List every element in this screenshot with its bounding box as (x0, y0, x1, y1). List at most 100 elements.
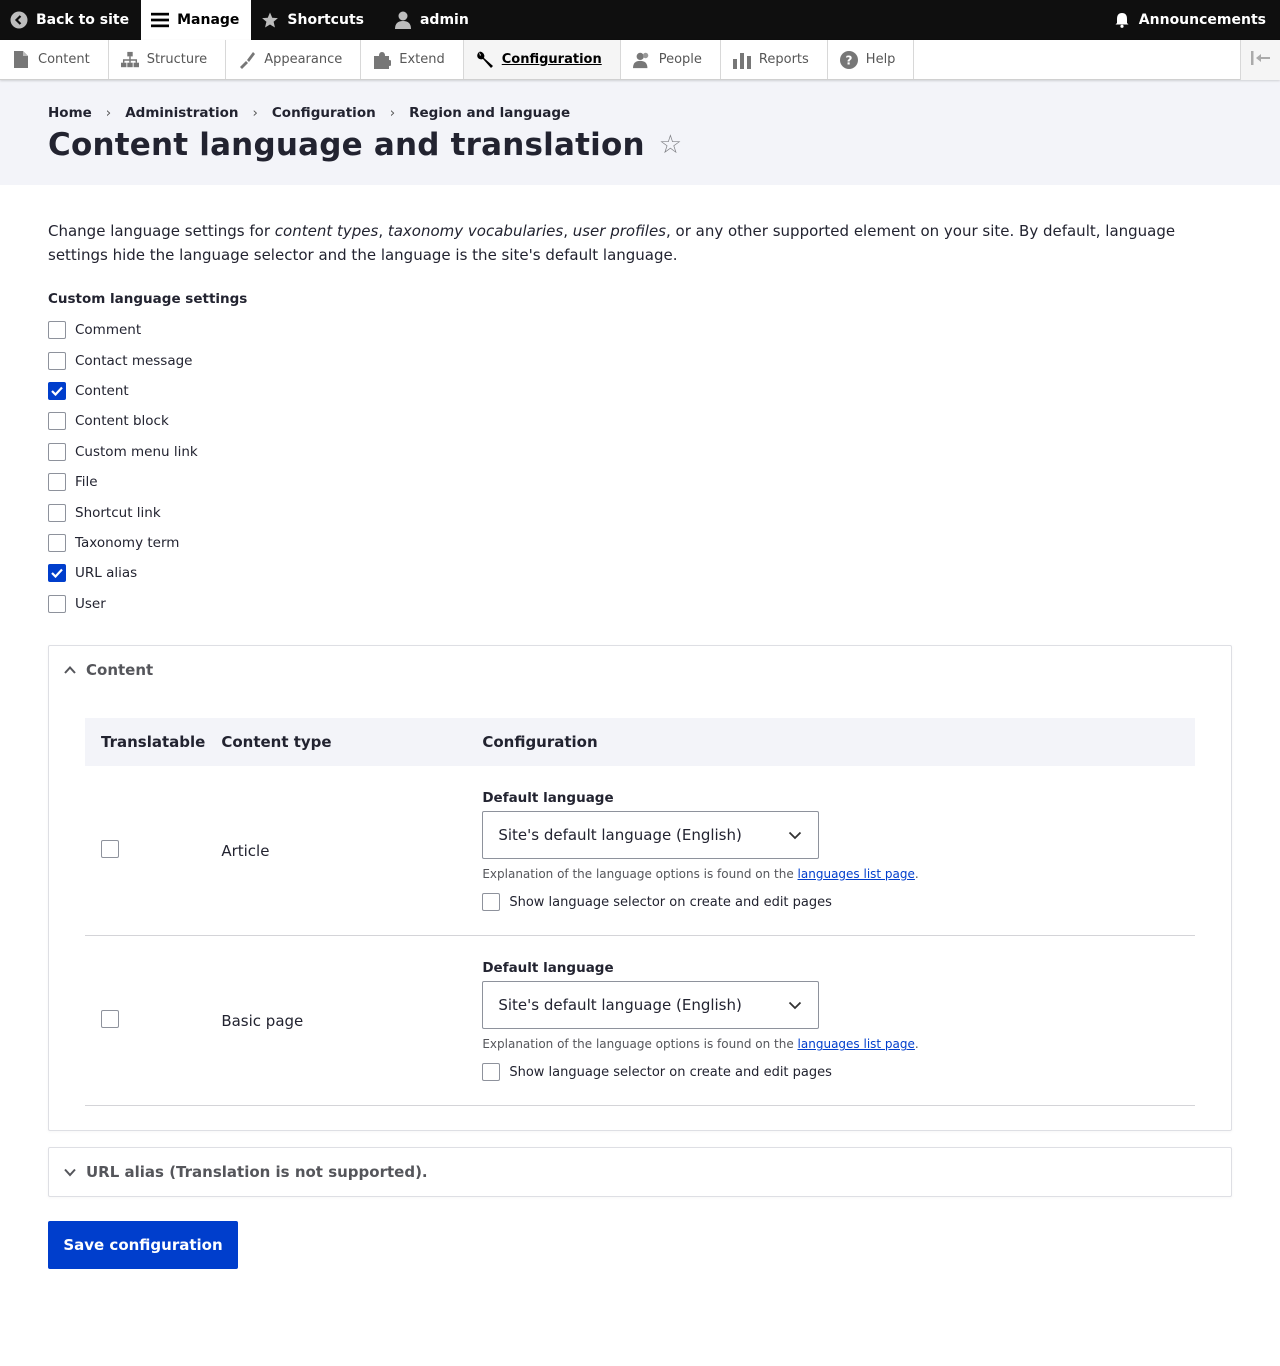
checkbox-label: Contact message (75, 352, 193, 369)
checkbox-label: User (75, 595, 106, 612)
puzzle-icon (373, 51, 392, 69)
sitemap-icon (120, 51, 139, 69)
manage-tab[interactable]: Manage (141, 0, 252, 40)
shortcuts-label: Shortcuts (287, 12, 364, 28)
tray-item-extend[interactable]: Extend (361, 40, 464, 79)
language-options-description: Explanation of the language options is f… (482, 867, 919, 882)
translatable-checkbox[interactable] (101, 1009, 119, 1028)
show-selector-checkbox[interactable] (482, 1063, 501, 1082)
languages-list-link[interactable]: languages list page (798, 1037, 915, 1051)
breadcrumb-separator: › (105, 105, 112, 121)
checkbox[interactable] (48, 594, 66, 613)
svg-text:?: ? (845, 53, 852, 67)
settings-checkbox-item[interactable]: Custom menu link (48, 437, 1232, 467)
tray-item-label: Extend (399, 52, 445, 67)
checkbox[interactable] (48, 321, 66, 340)
wrench-icon (476, 51, 494, 69)
checkbox-label: File (75, 474, 98, 491)
tray-item-label: Structure (146, 52, 208, 67)
translatable-checkbox[interactable] (101, 839, 119, 858)
select-value: Site's default language (English) (498, 826, 742, 845)
checkbox-label: Content (75, 382, 129, 399)
details-summary-label: URL alias (Translation is not supported)… (86, 1163, 428, 1182)
checkbox-label: Custom menu link (75, 443, 198, 460)
tray-item-content[interactable]: Content (0, 40, 109, 79)
user-tab[interactable]: admin (376, 0, 481, 40)
show-selector-checkbox[interactable] (482, 893, 501, 912)
help-icon: ? (839, 50, 858, 69)
breadcrumb-link[interactable]: Region and language (409, 105, 570, 121)
tray-item-label: Appearance (264, 52, 343, 67)
star-icon (261, 11, 279, 29)
settings-checkbox-item[interactable]: Content (48, 376, 1232, 406)
settings-checkbox-item[interactable]: Contact message (48, 345, 1232, 375)
table-row: Basic page Default language Site's defau… (85, 935, 1195, 1107)
breadcrumb-link[interactable]: Configuration (272, 105, 376, 121)
breadcrumb-separator: › (252, 105, 258, 121)
settings-checkbox-item[interactable]: User (48, 589, 1232, 619)
admin-tray: Content Structure Appearance Extend Conf… (0, 40, 1280, 80)
shortcut-star-icon[interactable]: ☆ (659, 132, 682, 158)
breadcrumb-link[interactable]: Home (48, 105, 92, 121)
breadcrumb-link[interactable]: Administration (125, 105, 238, 121)
checkbox[interactable] (48, 503, 66, 522)
checkbox[interactable] (48, 351, 66, 370)
tray-item-help[interactable]: ? Help (828, 40, 915, 79)
shortcuts-tab[interactable]: Shortcuts (251, 0, 376, 40)
details-summary-label: Content (86, 660, 154, 679)
show-language-selector-option[interactable]: Show language selector on create and edi… (482, 1063, 1179, 1082)
tray-item-structure[interactable]: Structure (109, 40, 227, 79)
column-header-configuration: Configuration (466, 717, 1195, 766)
settings-checkbox-item[interactable]: Taxonomy term (48, 528, 1232, 558)
tray-item-people[interactable]: People (621, 40, 721, 79)
back-to-site-link[interactable]: Back to site (0, 0, 141, 40)
announcements-tab[interactable]: Announcements (1103, 0, 1280, 40)
bar-chart-icon (732, 51, 751, 69)
language-options-description: Explanation of the language options is f… (482, 1037, 919, 1052)
chevron-down-icon (788, 826, 802, 844)
url-alias-details-summary[interactable]: URL alias (Translation is not supported)… (49, 1148, 1231, 1196)
custom-settings-label: Custom language settings (48, 291, 248, 307)
tray-item-appearance[interactable]: Appearance (226, 40, 362, 79)
file-icon (12, 51, 30, 69)
breadcrumb-separator: › (389, 105, 396, 121)
user-icon (394, 11, 412, 29)
languages-list-link[interactable]: languages list page (798, 867, 915, 881)
column-header-content-type: Content type (221, 717, 467, 766)
checkmark-icon (51, 386, 63, 396)
show-selector-label: Show language selector on create and edi… (509, 894, 832, 910)
settings-checkbox-item[interactable]: Shortcut link (48, 497, 1232, 527)
chevron-down-icon (63, 1165, 77, 1179)
chevron-down-icon (788, 996, 802, 1014)
default-language-select[interactable]: Site's default language (English) (482, 811, 820, 860)
paintbrush-icon (238, 51, 256, 69)
checkbox-label: Comment (75, 322, 142, 339)
checkbox[interactable] (48, 473, 66, 492)
checkbox-checked[interactable] (48, 564, 66, 583)
settings-checkbox-item[interactable]: Content block (48, 406, 1232, 436)
page-header: Home › Administration › Configuration › … (0, 80, 1280, 185)
user-label: admin (419, 12, 469, 28)
show-language-selector-option[interactable]: Show language selector on create and edi… (482, 893, 1179, 912)
collapse-left-icon (1250, 51, 1271, 69)
url-alias-details-panel: URL alias (Translation is not supported)… (48, 1147, 1232, 1198)
announcements-label: Announcements (1138, 12, 1266, 28)
checkbox[interactable] (48, 533, 66, 552)
tray-item-configuration[interactable]: Configuration (463, 40, 621, 79)
main-content: Change language settings for content typ… (0, 185, 1280, 1270)
default-language-select[interactable]: Site's default language (English) (482, 981, 820, 1030)
content-details-summary[interactable]: Content (49, 646, 1231, 694)
admin-toolbar: Back to site Manage Shortcuts admin Anno… (0, 0, 1280, 40)
select-value: Site's default language (English) (498, 996, 742, 1015)
checkbox[interactable] (48, 412, 66, 431)
settings-checkbox-item[interactable]: File (48, 467, 1232, 497)
checkbox[interactable] (48, 442, 66, 461)
checkbox-checked[interactable] (48, 381, 66, 400)
tray-orientation-toggle[interactable] (1240, 40, 1280, 80)
bell-icon (1113, 11, 1131, 29)
settings-checkbox-item[interactable]: URL alias (48, 558, 1232, 588)
settings-checkbox-item[interactable]: Comment (48, 315, 1232, 345)
save-configuration-button[interactable]: Save configuration (48, 1221, 238, 1270)
checkbox-label: Content block (75, 413, 169, 430)
tray-item-reports[interactable]: Reports (721, 40, 828, 79)
